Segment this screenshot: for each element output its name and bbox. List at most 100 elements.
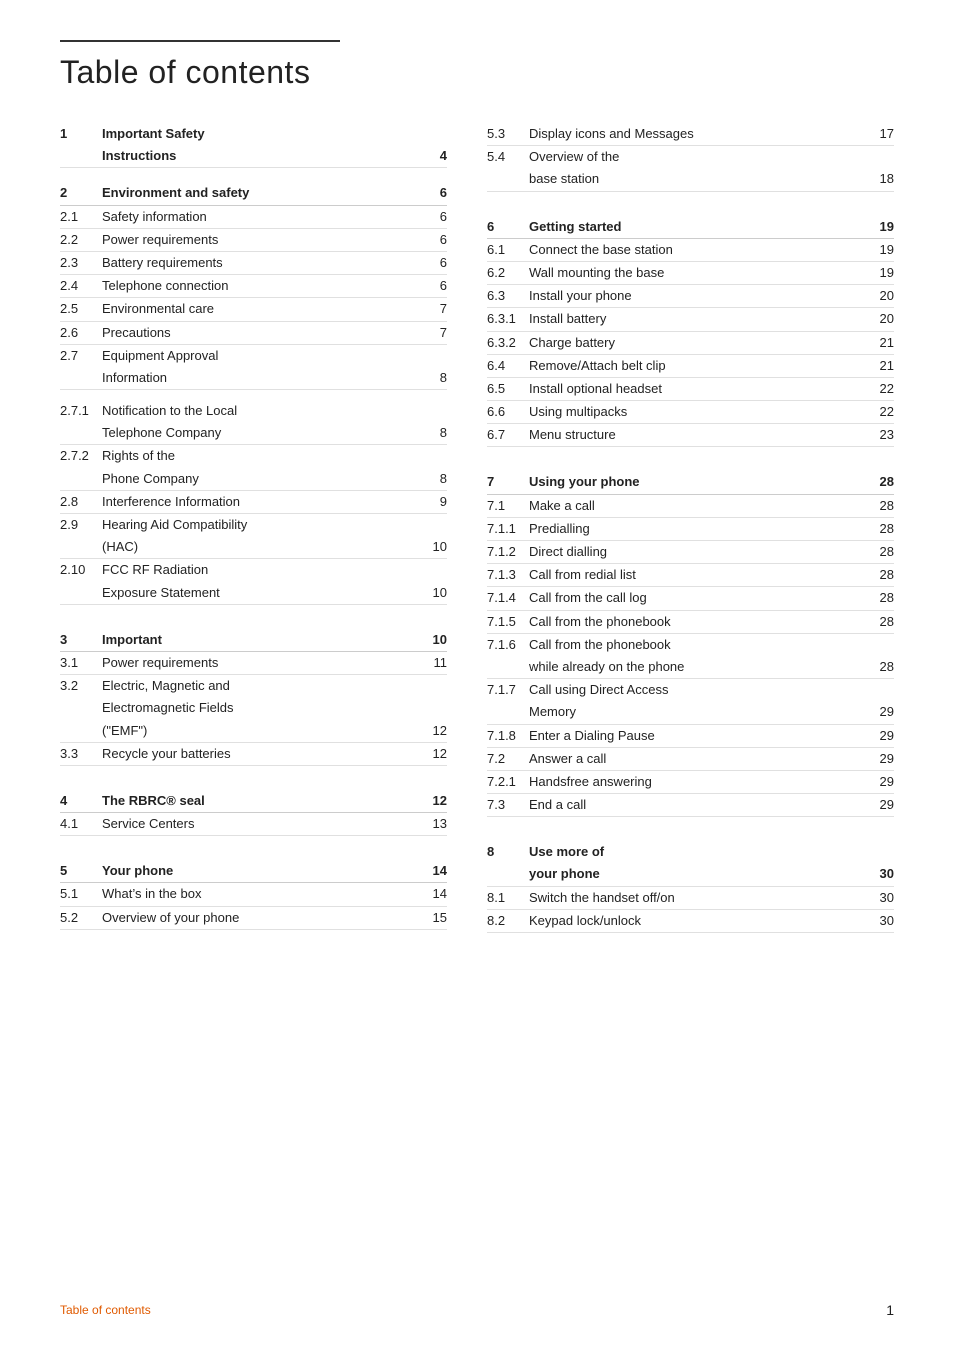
toc-num: 3.1 [60, 655, 102, 670]
toc-row-cont: while already on the phone28 [487, 656, 894, 679]
page-title: Table of contents [60, 54, 894, 91]
toc-row: 2.6Precautions7 [60, 322, 447, 345]
toc-label: What’s in the box [102, 885, 423, 903]
toc-num: 7.1.4 [487, 590, 529, 605]
toc-label: Switch the handset off/on [529, 889, 870, 907]
toc-label: Recycle your batteries [102, 745, 423, 763]
toc-label: Charge battery [529, 334, 870, 352]
toc-row-cont: ("EMF")12 [60, 720, 447, 743]
toc-row: 2.9Hearing Aid Compatibility [60, 514, 447, 536]
toc-label: Equipment Approval [102, 347, 447, 365]
right-column: 5.3Display icons and Messages175.4Overvi… [477, 123, 894, 933]
toc-label: Handsfree answering [529, 773, 870, 791]
toc-label: Overview of your phone [102, 909, 423, 927]
toc-row: 3.2Electric, Magnetic and [60, 675, 447, 697]
toc-num: 7.1.1 [487, 521, 529, 536]
toc-num: 7.1.7 [487, 682, 529, 697]
toc-row: 2Environment and safety6 [60, 182, 447, 205]
toc-num: 7.1.3 [487, 567, 529, 582]
toc-page: 8 [423, 370, 447, 385]
toc-num: 5.2 [60, 910, 102, 925]
toc-label: Safety information [102, 208, 423, 226]
toc-row: 5.2Overview of your phone15 [60, 907, 447, 930]
toc-page: 13 [423, 816, 447, 831]
toc-page: 21 [870, 358, 894, 373]
toc-label-cont: Phone Company [102, 470, 423, 488]
toc-label: Interference Information [102, 493, 423, 511]
toc-row: 7.1.1Predialling28 [487, 518, 894, 541]
toc-label: Install your phone [529, 287, 870, 305]
toc-page: 28 [870, 474, 894, 489]
toc-row-cont: (HAC)10 [60, 536, 447, 559]
toc-page: 18 [870, 171, 894, 186]
toc-row: 8.1Switch the handset off/on30 [487, 887, 894, 910]
toc-num: 7.1.6 [487, 637, 529, 652]
toc-num: 3.3 [60, 746, 102, 761]
toc-label: Getting started [529, 218, 870, 236]
toc-label-cont: while already on the phone [529, 658, 870, 676]
toc-label-cont: Instructions [102, 147, 423, 165]
toc-label: The RBRC® seal [102, 792, 423, 810]
toc-label: Telephone connection [102, 277, 423, 295]
toc-page: 20 [870, 288, 894, 303]
toc-num: 6.7 [487, 427, 529, 442]
toc-label-cont: your phone [529, 865, 870, 883]
toc-page: 30 [870, 866, 894, 881]
toc-row: 2.7.2Rights of the [60, 445, 447, 467]
toc-label: Hearing Aid Compatibility [102, 516, 447, 534]
toc-num: 2.7.2 [60, 448, 102, 463]
toc-label-cont: base station [529, 170, 870, 188]
toc-page: 22 [870, 404, 894, 419]
toc-page: 6 [423, 209, 447, 224]
toc-label-cont: Exposure Statement [102, 584, 423, 602]
toc-num: 5.3 [487, 126, 529, 141]
toc-num: 1 [60, 126, 102, 141]
toc-label: Call from the call log [529, 589, 870, 607]
toc-page: 22 [870, 381, 894, 396]
toc-page: 6 [423, 185, 447, 200]
toc-page: 19 [870, 242, 894, 257]
toc-num: 2.10 [60, 562, 102, 577]
toc-num: 7.1.8 [487, 728, 529, 743]
toc-label-cont: Telephone Company [102, 424, 423, 442]
toc-label: Install battery [529, 310, 870, 328]
toc-num: 7.1.5 [487, 614, 529, 629]
toc-num: 6.5 [487, 381, 529, 396]
toc-page: 29 [870, 751, 894, 766]
toc-row: 7.1Make a call28 [487, 495, 894, 518]
toc-num: 2.2 [60, 232, 102, 247]
toc-label: Keypad lock/unlock [529, 912, 870, 930]
toc-label: Use more of [529, 843, 894, 861]
toc-row: 6.3.2Charge battery21 [487, 332, 894, 355]
toc-num: 6.3.2 [487, 335, 529, 350]
toc-page: 10 [423, 539, 447, 554]
toc-page: 7 [423, 325, 447, 340]
toc-page: 28 [870, 544, 894, 559]
toc-row-cont: base station18 [487, 168, 894, 191]
toc-label: Call using Direct Access [529, 681, 894, 699]
toc-row-cont: Information8 [60, 367, 447, 390]
toc-row: 6.2Wall mounting the base19 [487, 262, 894, 285]
toc-label: Using multipacks [529, 403, 870, 421]
toc-label: Power requirements [102, 231, 423, 249]
toc-row: 6.3Install your phone20 [487, 285, 894, 308]
toc-num: 3.2 [60, 678, 102, 693]
toc-row: 1Important Safety [60, 123, 447, 145]
toc-row: 2.3Battery requirements6 [60, 252, 447, 275]
toc-page: 29 [870, 728, 894, 743]
toc-page: 15 [423, 910, 447, 925]
toc-row: 7.1.8Enter a Dialing Pause29 [487, 725, 894, 748]
toc-label: Wall mounting the base [529, 264, 870, 282]
toc-page: 28 [870, 614, 894, 629]
toc-label: Battery requirements [102, 254, 423, 272]
toc-page: 23 [870, 427, 894, 442]
toc-row: 6.1Connect the base station19 [487, 239, 894, 262]
toc-page: 4 [423, 148, 447, 163]
toc-row: 5.3Display icons and Messages17 [487, 123, 894, 146]
toc-label: Call from the phonebook [529, 636, 894, 654]
toc-num: 8.1 [487, 890, 529, 905]
toc-page: 28 [870, 521, 894, 536]
toc-row: 5Your phone14 [60, 860, 447, 883]
toc-num: 5 [60, 863, 102, 878]
toc-page: 17 [870, 126, 894, 141]
